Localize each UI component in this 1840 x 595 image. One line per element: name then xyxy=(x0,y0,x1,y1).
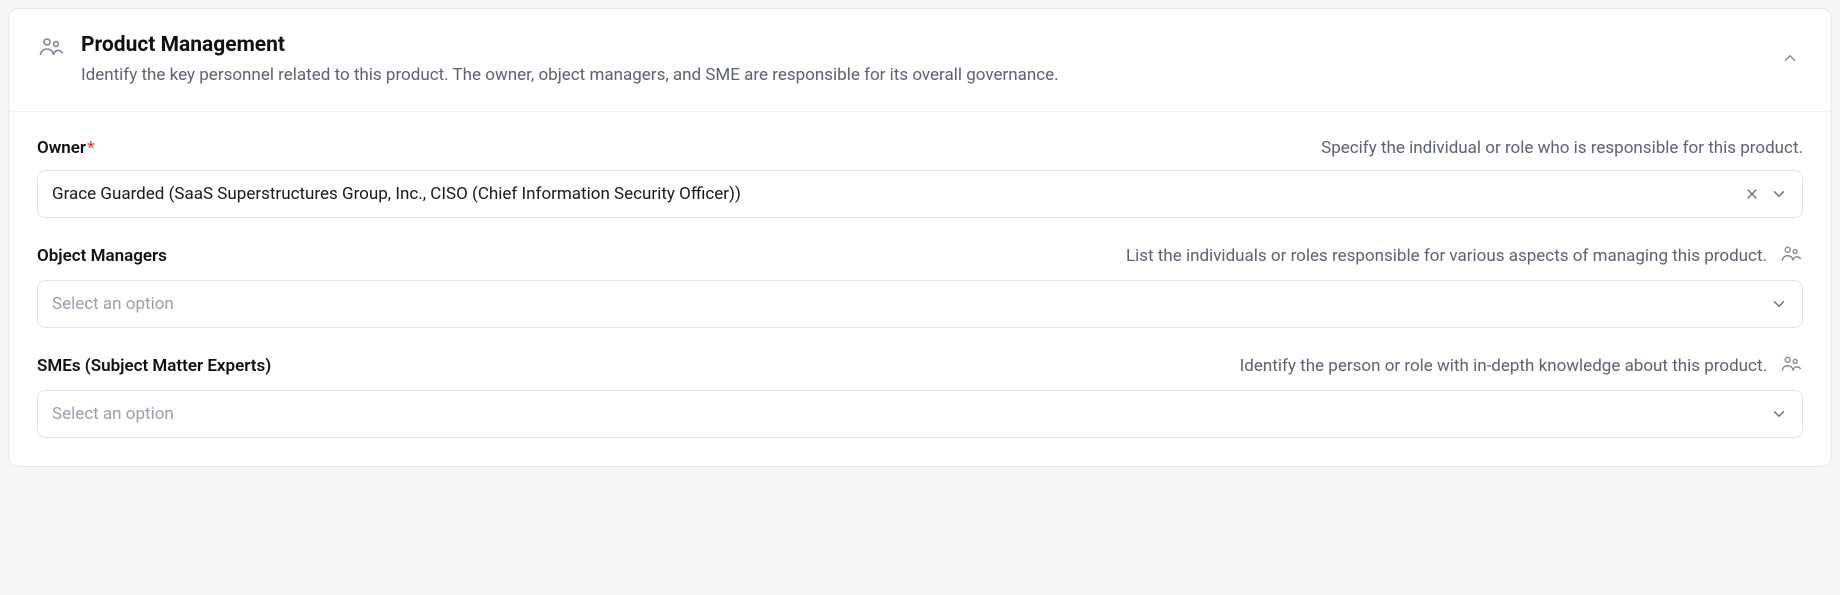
chevron-down-icon xyxy=(1770,405,1788,423)
panel-title: Product Management xyxy=(81,33,1777,57)
smes-help-wrap: Identify the person or role with in-dept… xyxy=(1240,354,1803,378)
smes-label: SMEs (Subject Matter Experts) xyxy=(37,356,271,376)
owner-label-text: Owner xyxy=(37,138,86,158)
object-managers-placeholder: Select an option xyxy=(52,294,1770,314)
object-managers-field-header: Object Managers List the individuals or … xyxy=(37,244,1803,268)
object-managers-select[interactable]: Select an option xyxy=(37,280,1803,328)
object-managers-help: List the individuals or roles responsibl… xyxy=(1126,246,1767,266)
owner-dropdown-toggle[interactable] xyxy=(1770,185,1788,203)
chevron-up-icon xyxy=(1781,49,1799,67)
object-managers-select-actions xyxy=(1770,295,1788,313)
smes-help: Identify the person or role with in-dept… xyxy=(1240,356,1767,376)
people-group-icon xyxy=(1779,354,1803,378)
owner-select-value: Grace Guarded (SaaS Superstructures Grou… xyxy=(52,184,1744,204)
chevron-down-icon xyxy=(1770,185,1788,203)
smes-field-header: SMEs (Subject Matter Experts) Identify t… xyxy=(37,354,1803,378)
object-managers-label: Object Managers xyxy=(37,246,167,266)
required-indicator: * xyxy=(87,138,95,158)
owner-select-actions xyxy=(1744,185,1788,203)
owner-clear-button[interactable] xyxy=(1744,186,1760,202)
smes-placeholder: Select an option xyxy=(52,404,1770,424)
object-managers-field: Object Managers List the individuals or … xyxy=(37,244,1803,328)
owner-field: Owner* Specify the individual or role wh… xyxy=(37,138,1803,218)
owner-label: Owner* xyxy=(37,138,95,158)
collapse-toggle[interactable] xyxy=(1777,45,1803,75)
object-managers-dropdown-toggle[interactable] xyxy=(1770,295,1788,313)
panel-body: Owner* Specify the individual or role wh… xyxy=(9,112,1831,466)
smes-select-actions xyxy=(1770,405,1788,423)
owner-field-header: Owner* Specify the individual or role wh… xyxy=(37,138,1803,158)
panel-description: Identify the key personnel related to th… xyxy=(81,63,1777,89)
owner-help: Specify the individual or role who is re… xyxy=(1321,138,1803,158)
chevron-down-icon xyxy=(1770,295,1788,313)
smes-field: SMEs (Subject Matter Experts) Identify t… xyxy=(37,354,1803,438)
smes-select[interactable]: Select an option xyxy=(37,390,1803,438)
smes-dropdown-toggle[interactable] xyxy=(1770,405,1788,423)
product-management-panel: Product Management Identify the key pers… xyxy=(8,8,1832,467)
panel-header: Product Management Identify the key pers… xyxy=(9,9,1831,112)
panel-header-text: Product Management Identify the key pers… xyxy=(81,33,1777,89)
close-icon xyxy=(1744,186,1760,202)
owner-help-wrap: Specify the individual or role who is re… xyxy=(1321,138,1803,158)
object-managers-help-wrap: List the individuals or roles responsibl… xyxy=(1126,244,1803,268)
people-group-icon xyxy=(1779,244,1803,268)
owner-select[interactable]: Grace Guarded (SaaS Superstructures Grou… xyxy=(37,170,1803,218)
people-group-icon xyxy=(37,35,65,63)
